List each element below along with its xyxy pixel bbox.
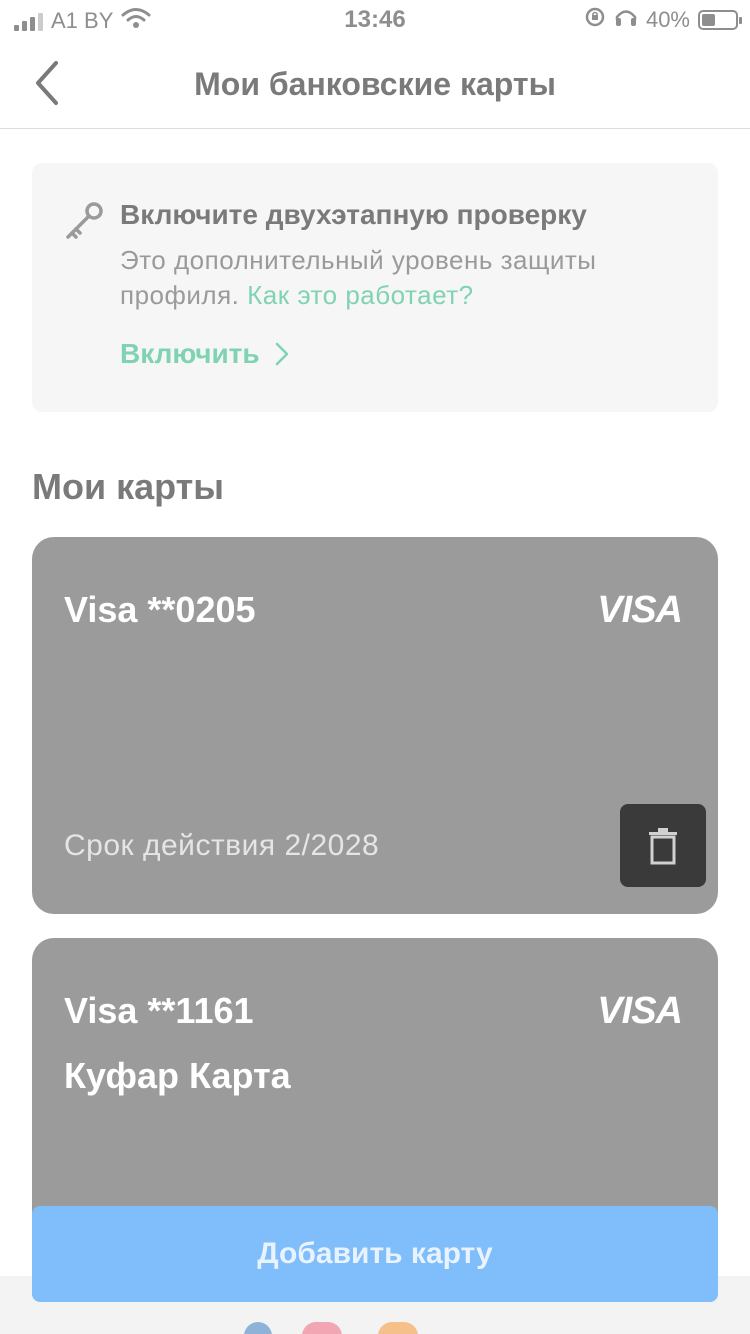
headphones-icon	[614, 6, 638, 34]
banner-description: Это дополнительный уровень защиты профил…	[120, 243, 680, 313]
key-icon	[62, 199, 106, 248]
status-right: 40%	[584, 6, 742, 34]
enable-label: Включить	[120, 338, 260, 369]
how-it-works-link[interactable]: Как это работает?	[247, 280, 473, 310]
visa-logo: VISA	[597, 990, 683, 1032]
battery-icon	[698, 10, 742, 30]
card-subtitle: Куфар Карта	[64, 1055, 291, 1096]
tab-icon-peek	[244, 1322, 272, 1334]
card-expiry: Срок действия 2/2028	[64, 829, 380, 862]
visa-logo: VISA	[597, 589, 683, 631]
page-title: Мои банковские карты	[194, 66, 556, 102]
add-card-button[interactable]: Добавить карту	[32, 1206, 718, 1302]
two-step-verification-banner: Включите двухэтапную проверку Это дополн…	[32, 163, 718, 412]
chevron-right-icon	[275, 342, 288, 366]
banner-title: Включите двухэтапную проверку	[120, 199, 587, 230]
card-name: Visa **0205	[64, 589, 256, 630]
battery-fill	[702, 14, 715, 26]
enable-button[interactable]: Включить	[120, 338, 290, 370]
status-bar: A1 BY 13:46 40%	[0, 0, 750, 40]
navigation-bar: Мои банковские карты	[0, 40, 750, 129]
my-cards-heading: Мои карты	[32, 466, 225, 507]
delete-card-button[interactable]	[620, 804, 706, 887]
bank-card[interactable]: Visa **0205 VISA Срок действия 2/2028	[32, 537, 718, 914]
card-name: Visa **1161	[64, 990, 254, 1031]
tab-icon-peek	[378, 1322, 418, 1334]
tab-bar-peek	[0, 1322, 750, 1334]
tab-icon-peek	[302, 1322, 342, 1334]
rotation-lock-icon	[584, 6, 606, 34]
trash-icon	[649, 827, 677, 864]
battery-percent: 40%	[645, 7, 690, 32]
